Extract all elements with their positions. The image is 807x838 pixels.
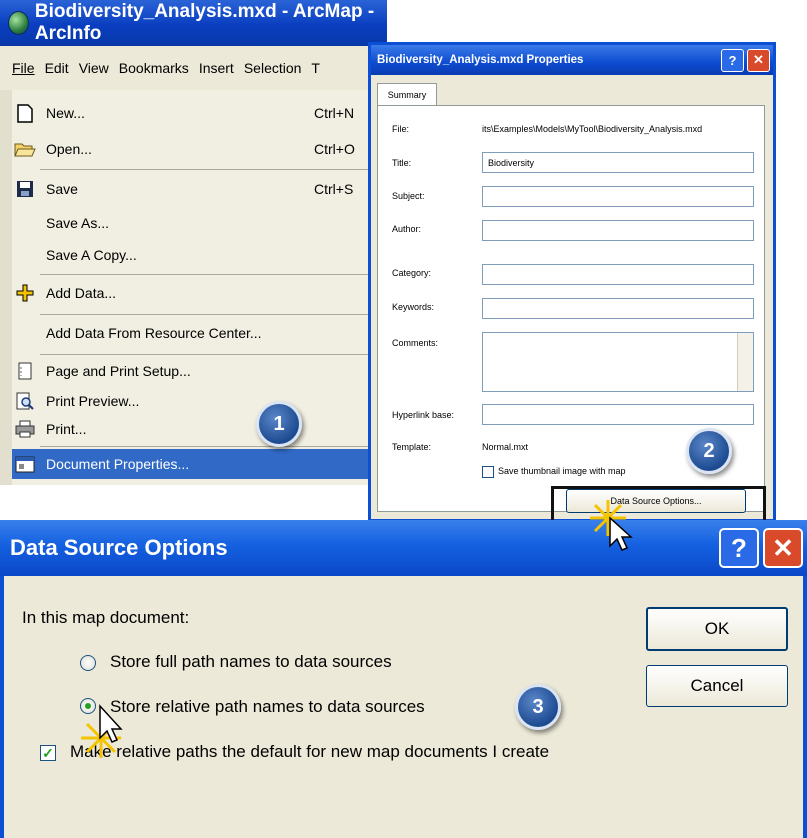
menu-bookmarks[interactable]: Bookmarks [119, 60, 189, 76]
close-button[interactable]: ✕ [747, 48, 770, 72]
menu-separator [40, 169, 375, 170]
menu-item-print-preview[interactable]: Print Preview... [14, 386, 374, 416]
menu-view[interactable]: View [79, 60, 109, 76]
hyperlink-base-field[interactable] [482, 404, 754, 425]
menu-insert[interactable]: Insert [199, 60, 234, 76]
menu-edit[interactable]: Edit [45, 60, 69, 76]
keywords-field[interactable] [482, 298, 754, 319]
radio-full-path-label: Store full path names to data sources [110, 652, 392, 671]
menu-separator [40, 274, 375, 275]
map-document-intro: In this map document: [22, 608, 190, 627]
properties-title: Biodiversity_Analysis.mxd Properties [377, 54, 584, 66]
document-properties-icon [14, 453, 36, 475]
arcmap-globe-icon [8, 11, 29, 35]
menu-item-add-data[interactable]: Add Data... [14, 278, 374, 308]
comments-field[interactable] [482, 332, 754, 392]
radio-full-path[interactable] [80, 655, 96, 671]
file-menu: New... Ctrl+N Open... Ctrl+O Save Ctrl+S… [0, 90, 392, 485]
comments-scrollbar[interactable] [737, 333, 753, 391]
arcmap-menubar: File Edit View Bookmarks Insert Selectio… [0, 46, 400, 91]
category-field[interactable] [482, 264, 754, 285]
mouse-cursor-icon [590, 500, 633, 551]
template-value: Normal.mxt [482, 442, 529, 452]
title-field[interactable]: Biodiversity [482, 152, 754, 173]
menu-item-open[interactable]: Open... Ctrl+O [14, 134, 374, 164]
ok-button[interactable]: OK [646, 607, 788, 651]
menu-separator [40, 314, 375, 315]
add-data-icon [14, 282, 36, 304]
arcmap-title-bar: Biodiversity_Analysis.mxd - ArcMap - Arc… [0, 0, 387, 46]
menu-item-new[interactable]: New... Ctrl+N [14, 98, 374, 128]
save-thumbnail-label: Save thumbnail image with map [498, 466, 626, 476]
open-folder-icon [14, 138, 36, 160]
menu-file[interactable]: File [12, 60, 35, 76]
save-disk-icon [14, 178, 36, 200]
subject-field[interactable] [482, 186, 754, 207]
menu-item-print[interactable]: Print... [14, 414, 374, 444]
menu-item-save-as[interactable]: Save As... [14, 208, 374, 238]
print-preview-icon [14, 390, 36, 412]
default-relative-checkbox[interactable]: ✓ [40, 745, 56, 761]
tab-summary[interactable]: Summary [377, 83, 437, 106]
data-source-title-bar: Data Source Options ? ✕ [0, 520, 807, 576]
step-1-badge: 1 [256, 401, 302, 447]
menu-separator [40, 446, 375, 447]
printer-icon [14, 418, 36, 440]
menu-tools[interactable]: T [311, 60, 320, 76]
menu-item-page-setup[interactable]: Page and Print Setup... [14, 356, 374, 386]
menu-icon-strip [0, 90, 12, 485]
menu-item-save-copy[interactable]: Save A Copy... [14, 240, 374, 270]
menu-item-document-properties[interactable]: Document Properties... [12, 449, 388, 479]
radio-relative-path-label: Store relative path names to data source… [110, 697, 425, 716]
menu-separator [40, 354, 375, 355]
help-button[interactable]: ? [719, 528, 759, 568]
cancel-button[interactable]: Cancel [646, 665, 788, 707]
menu-selection[interactable]: Selection [244, 60, 302, 76]
mouse-cursor-icon [81, 704, 123, 758]
new-file-icon [14, 102, 36, 124]
save-thumbnail-checkbox[interactable] [482, 466, 494, 478]
file-path-value: its\Examples\Models\MyTool\Biodiversity_… [482, 124, 703, 134]
page-setup-icon [14, 360, 36, 382]
arcmap-title: Biodiversity_Analysis.mxd - ArcMap - Arc… [34, 1, 375, 44]
properties-title-bar: Biodiversity_Analysis.mxd Properties ? ✕ [371, 45, 773, 75]
step-2-badge: 2 [686, 428, 732, 474]
help-button[interactable]: ? [721, 48, 744, 72]
author-field[interactable] [482, 220, 754, 241]
step-3-badge: 3 [515, 684, 561, 730]
menu-item-save[interactable]: Save Ctrl+S [14, 174, 374, 204]
default-relative-label: Make relative paths the default for new … [70, 742, 550, 761]
menu-item-add-data-resource-center[interactable]: Add Data From Resource Center... [14, 318, 374, 348]
close-button[interactable]: ✕ [763, 528, 803, 568]
